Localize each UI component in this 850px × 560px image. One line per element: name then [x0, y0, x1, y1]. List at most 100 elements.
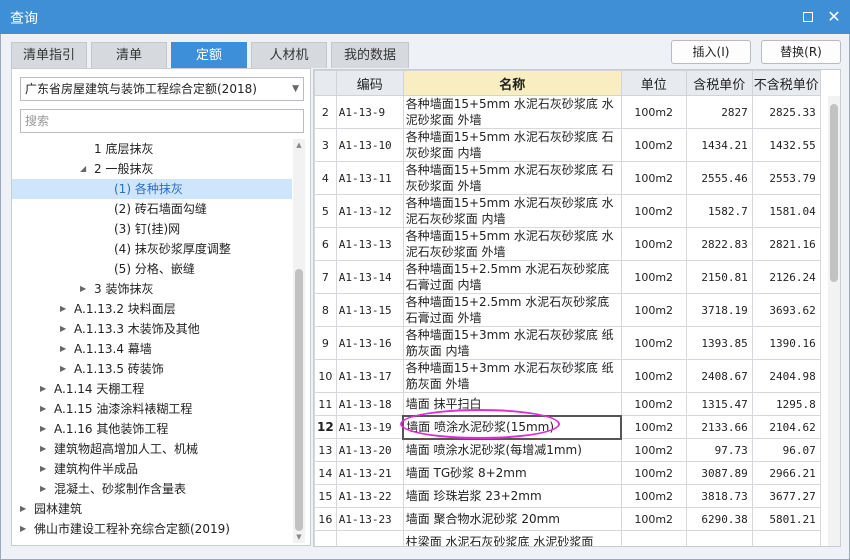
tree-item-label: (3) 钉(挂)网 — [114, 222, 181, 236]
tree-item-label: A.1.13.5 砖装饰 — [74, 362, 164, 376]
tree-item-mesh[interactable]: (3) 钉(挂)网 — [12, 219, 292, 239]
table-row[interactable]: 6 A1-13-13 各种墙面15+5mm 水泥石灰砂浆底 水泥石灰砂浆面 外墙 10… — [314, 227, 821, 261]
scroll-down-icon[interactable]: ▼ — [293, 531, 305, 543]
cell-name: 各种墙面15+5mm 水泥石灰砂浆底 水泥砂浆面 外墙 — [402, 95, 622, 129]
table-row-current[interactable]: 12 A1-13-19 墙面 喷涂水泥砂浆(15mm) 100m2 2133.66 210… — [314, 414, 821, 440]
col-header-notax-price[interactable]: 不含税单价 — [751, 70, 821, 96]
table-row[interactable]: 3 A1-13-10 各种墙面15+5mm 水泥石灰砂浆底 石灰砂浆面 内墙 100m… — [314, 128, 821, 162]
table-row[interactable]: 柱梁面 水泥石灰砂浆底 水泥砂浆面 — [314, 530, 821, 546]
table-row[interactable]: 9 A1-13-16 各种墙面15+3mm 水泥石灰砂浆底 纸筋灰面 内墙 100m2… — [314, 326, 821, 360]
collapsed-arrow-icon[interactable]: ▶ — [40, 379, 46, 399]
table-row[interactable]: 10 A1-13-17 各种墙面15+3mm 水泥石灰砂浆底 纸筋灰面 外墙 100m… — [314, 359, 821, 393]
collapsed-arrow-icon[interactable]: ▶ — [40, 399, 46, 419]
table-row[interactable]: 14 A1-13-21 墙面 TG砂浆 8+2mm 100m2 3087.89 2966.… — [314, 461, 821, 485]
table-row[interactable]: 8 A1-13-15 各种墙面15+2.5mm 水泥石灰砂浆底 石膏过面 外墙 100… — [314, 293, 821, 327]
table-row[interactable]: 5 A1-13-12 各种墙面15+5mm 水泥石灰砂浆底 水泥石灰砂浆面 内墙 10… — [314, 194, 821, 228]
tree-item-base-plaster[interactable]: 1 底层抹灰 — [12, 139, 292, 159]
quota-library-select[interactable]: 广东省房屋建筑与装饰工程综合定额(2018) ▼ — [20, 77, 304, 101]
tree-item-a11134[interactable]: ▶ A.1.13.4 幕墙 — [12, 339, 292, 359]
tree-item-label: A.1.13.3 木装饰及其他 — [74, 322, 200, 336]
col-header-unit[interactable]: 单位 — [620, 70, 687, 96]
tree-item-grid-joint[interactable]: (5) 分格、嵌缝 — [12, 259, 292, 279]
table-row[interactable]: 13 A1-13-20 墙面 喷涂水泥砂浆(每增减1mm) 100m2 97.73 96.… — [314, 438, 821, 462]
col-header-name[interactable]: 名称 — [402, 70, 622, 96]
collapsed-arrow-icon[interactable]: ▶ — [40, 479, 46, 499]
expanded-arrow-icon[interactable]: ◢ — [80, 159, 86, 179]
cell-code: A1-13-18 — [335, 392, 404, 416]
collapsed-arrow-icon[interactable]: ▶ — [40, 459, 46, 479]
cell-code: A1-13-22 — [335, 484, 404, 508]
collapsed-arrow-icon[interactable]: ▶ — [40, 419, 46, 439]
quota-grid: 编码 名称 单位 含税单价 不含税单价 2 A1-13-9 各种墙面15+5mm 水… — [313, 69, 841, 547]
tree-item-semi-finished[interactable]: ▶ 建筑构件半成品 — [12, 459, 292, 479]
scroll-up-icon[interactable]: ▲ — [293, 139, 305, 151]
collapsed-arrow-icon[interactable]: ▶ — [40, 439, 46, 459]
scrollbar-thumb[interactable] — [830, 104, 838, 282]
collapsed-arrow-icon[interactable]: ▶ — [60, 339, 66, 359]
close-icon: ✕ — [827, 7, 841, 26]
tree-item-a11132[interactable]: ▶ A.1.13.2 块料面层 — [12, 299, 292, 319]
collapsed-arrow-icon[interactable]: ▶ — [20, 519, 26, 539]
table-row[interactable]: 16 A1-13-23 墙面 聚合物水泥砂浆 20mm 100m2 6290.38 580… — [314, 507, 821, 531]
tree-item-decorative-plaster[interactable]: ▶ 3 装饰抹灰 — [12, 279, 292, 299]
collapsed-arrow-icon[interactable]: ▶ — [60, 299, 66, 319]
table-row[interactable]: 15 A1-13-22 墙面 珍珠岩浆 23+2mm 100m2 3818.73 3677… — [314, 484, 821, 508]
row-number: 10 — [314, 359, 337, 393]
tree-item-a11135[interactable]: ▶ A.1.13.5 砖装饰 — [12, 359, 292, 379]
tree-item-general-plaster[interactable]: ◢ 2 一般抹灰 — [12, 159, 292, 179]
cell-code: A1-13-16 — [335, 326, 404, 360]
cell-tax-price: 3087.89 — [685, 461, 753, 485]
cell-unit: 100m2 — [620, 359, 687, 393]
replace-button[interactable]: 替换(R) — [761, 40, 841, 64]
tab-quota[interactable]: 定额 — [171, 42, 247, 68]
collapsed-arrow-icon[interactable]: ▶ — [60, 319, 66, 339]
tree-item-garden[interactable]: ▶ 园林建筑 — [12, 499, 292, 519]
table-row[interactable]: 11 A1-13-18 墙面 抹平扫白 100m2 1315.47 1295.8 — [314, 392, 821, 416]
cell-name: 各种墙面15+3mm 水泥石灰砂浆底 纸筋灰面 内墙 — [402, 326, 622, 360]
grid-scrollbar[interactable] — [828, 96, 840, 546]
tree-item-foshan-2019[interactable]: ▶ 佛山市建设工程补充综合定额(2019) — [12, 519, 292, 539]
search-input[interactable]: 搜索 — [20, 109, 304, 133]
cell-tax-price: 6290.38 — [685, 507, 753, 531]
tab-bill-guide[interactable]: 清单指引 — [11, 42, 87, 68]
tree-item-a11133[interactable]: ▶ A.1.13.3 木装饰及其他 — [12, 319, 292, 339]
collapsed-arrow-icon[interactable]: ▶ — [80, 279, 86, 299]
cell-code: A1-13-13 — [335, 227, 404, 261]
tree-item-various-plaster[interactable]: (1) 各种抹灰 — [12, 179, 292, 199]
col-header-index — [314, 70, 337, 96]
tree-item-a115[interactable]: ▶ A.1.15 油漆涂料裱糊工程 — [12, 399, 292, 419]
table-row[interactable]: 2 A1-13-9 各种墙面15+5mm 水泥石灰砂浆底 水泥砂浆面 外墙 100m2… — [314, 95, 821, 129]
tree-item-mix-content[interactable]: ▶ 混凝土、砂浆制作含量表 — [12, 479, 292, 499]
tree-item-a116[interactable]: ▶ A.1.16 其他装饰工程 — [12, 419, 292, 439]
tree-item-highrise-extra[interactable]: ▶ 建筑物超高增加人工、机械 — [12, 439, 292, 459]
close-button[interactable]: ✕ — [824, 7, 844, 27]
col-header-tax-price[interactable]: 含税单价 — [685, 70, 753, 96]
table-row[interactable]: 7 A1-13-14 各种墙面15+2.5mm 水泥石灰砂浆底 石膏过面 内墙 100… — [314, 260, 821, 294]
tree-scrollbar[interactable]: ▲ ▼ — [293, 139, 305, 543]
cell-notax-price: 1295.8 — [751, 392, 821, 416]
tab-labor-material-machine[interactable]: 人材机 — [251, 42, 327, 68]
tree-item-brick-pointing[interactable]: (2) 砖石墙面勾缝 — [12, 199, 292, 219]
cell-code: A1-13-15 — [335, 293, 404, 327]
cell-code: A1-13-10 — [335, 128, 404, 162]
scrollbar-thumb[interactable] — [295, 269, 303, 531]
cell-unit — [620, 530, 687, 546]
row-number: 15 — [314, 484, 337, 508]
tab-my-data[interactable]: 我的数据 — [331, 42, 409, 68]
cell-name: 各种墙面15+5mm 水泥石灰砂浆底 水泥石灰砂浆面 内墙 — [402, 194, 622, 228]
row-number: 2 — [314, 95, 337, 129]
tree-item-thickness-adjust[interactable]: (4) 抹灰砂浆厚度调整 — [12, 239, 292, 259]
collapsed-arrow-icon[interactable]: ▶ — [60, 359, 66, 379]
maximize-button[interactable] — [798, 7, 818, 27]
tree-item-a114[interactable]: ▶ A.1.14 天棚工程 — [12, 379, 292, 399]
tab-bill[interactable]: 清单 — [91, 42, 167, 68]
table-header-row: 编码 名称 单位 含税单价 不含税单价 — [314, 70, 821, 96]
cell-notax-price: 1432.55 — [751, 128, 821, 162]
table-row[interactable]: 4 A1-13-11 各种墙面15+5mm 水泥石灰砂浆底 石灰砂浆面 外墙 100m… — [314, 161, 821, 195]
cell-tax-price: 1434.21 — [685, 128, 753, 162]
col-header-code[interactable]: 编码 — [335, 70, 404, 96]
cell-name: 各种墙面15+2.5mm 水泥石灰砂浆底 石膏过面 外墙 — [402, 293, 622, 327]
collapsed-arrow-icon[interactable]: ▶ — [20, 499, 26, 519]
cell-unit: 100m2 — [620, 461, 687, 485]
insert-button[interactable]: 插入(I) — [671, 40, 751, 64]
